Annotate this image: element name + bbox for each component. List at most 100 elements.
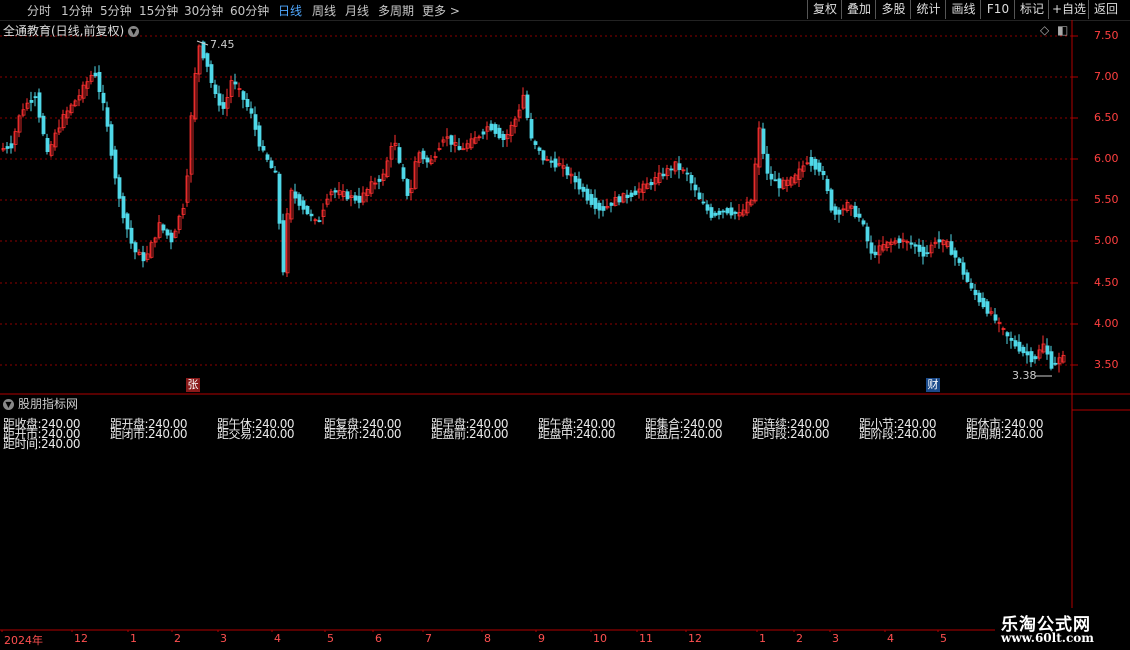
period-toolbar: 分时 1分钟 5分钟 15分钟 30分钟 60分钟 日线 周线 月线 多周期 更…	[0, 0, 1130, 21]
candle-body	[357, 195, 362, 203]
candle-body	[45, 137, 50, 153]
candle-body	[873, 251, 878, 256]
candle-body	[869, 242, 874, 254]
candle-body	[865, 226, 870, 242]
candle-body	[97, 71, 102, 93]
tab-1min[interactable]: 1分钟	[61, 2, 93, 19]
candle-body	[729, 207, 734, 216]
multi-stock-button[interactable]: 多股	[875, 0, 911, 19]
candle-body	[481, 131, 486, 135]
candle-body	[397, 147, 402, 163]
candle-body	[713, 212, 718, 216]
tab-weekly[interactable]: 周线	[312, 2, 336, 19]
candle-body	[669, 168, 674, 171]
mark-button[interactable]: 标记	[1014, 0, 1049, 19]
indicator-label: 距交易:240.00	[217, 427, 295, 441]
candle-body	[1009, 338, 1014, 341]
chevron-down-icon[interactable]: ▼	[128, 26, 140, 37]
event-flag-zhang[interactable]: 张	[186, 378, 200, 392]
candle-body	[169, 232, 174, 243]
tab-more[interactable]: 更多 >	[422, 2, 460, 19]
candle-body	[609, 202, 614, 206]
indicator-label: 距盘前:240.00	[431, 427, 509, 441]
candle-body	[993, 314, 998, 321]
tab-5min[interactable]: 5分钟	[100, 2, 132, 19]
tab-60min[interactable]: 60分钟	[230, 2, 269, 19]
price-tick-label: 5.00	[1094, 234, 1119, 247]
candle-body	[697, 192, 702, 200]
date-tick-label: 2	[796, 632, 803, 645]
chevron-down-icon[interactable]: ▼	[3, 399, 14, 410]
tab-daily[interactable]: 日线	[278, 2, 302, 19]
candle-body	[961, 262, 966, 275]
candle-body	[913, 244, 918, 247]
indicator-label: 距阶段:240.00	[859, 427, 937, 441]
candle-body	[985, 301, 990, 314]
tab-30min[interactable]: 30分钟	[184, 2, 223, 19]
date-tick-label: 11	[639, 632, 653, 645]
date-tick-label: 2	[174, 632, 181, 645]
candle-body	[853, 205, 858, 217]
candle-body	[909, 242, 914, 245]
candle-body	[529, 119, 534, 139]
candle-body	[269, 160, 274, 169]
candle-body	[921, 246, 926, 257]
indicator-label: 距时间:240.00	[3, 437, 81, 451]
candle-body	[809, 157, 814, 166]
candle-body	[1053, 362, 1058, 365]
candle-body	[709, 207, 714, 218]
date-tick-label: 5	[940, 632, 947, 645]
candle-body	[565, 166, 570, 176]
event-flag-cai[interactable]: 财	[926, 378, 940, 392]
candle-body	[633, 190, 638, 195]
price-tick-label: 6.50	[1094, 111, 1119, 124]
candle-body	[541, 150, 546, 161]
candle-body	[897, 238, 902, 243]
candle-body	[109, 124, 114, 156]
statistics-button[interactable]: 统计	[910, 0, 946, 19]
candle-body	[949, 241, 954, 255]
window-toggle-icon[interactable]: ◧	[1057, 23, 1068, 37]
kline-chart[interactable]	[0, 20, 1130, 632]
diamond-icon[interactable]: ◇	[1040, 23, 1049, 37]
add-watchlist-button[interactable]: +自选	[1048, 0, 1089, 19]
f10-button[interactable]: F10	[980, 0, 1015, 19]
candle-body	[497, 127, 502, 139]
candle-body	[617, 196, 622, 203]
overlay-button[interactable]: 叠加	[841, 0, 876, 19]
candle-body	[625, 194, 630, 199]
price-tick-label: 3.50	[1094, 358, 1119, 371]
back-button[interactable]: 返回	[1088, 0, 1123, 19]
candle-body	[601, 206, 606, 211]
restore-rights-button[interactable]: 复权	[807, 0, 842, 19]
indicator-label: 距竞价:240.00	[324, 427, 402, 441]
candle-body	[981, 297, 986, 308]
tab-fenshi[interactable]: 分时	[27, 2, 51, 19]
candle-body	[345, 191, 350, 200]
candle-body	[857, 213, 862, 218]
candle-body	[1029, 351, 1034, 363]
tab-15min[interactable]: 15分钟	[139, 2, 178, 19]
draw-line-button[interactable]: 画线	[945, 0, 981, 19]
candle-body	[217, 93, 222, 106]
candle-body	[253, 114, 258, 130]
candle-body	[649, 182, 654, 186]
indicator-title: ▼ 股朋指标网	[3, 395, 78, 412]
candle-body	[425, 157, 430, 163]
candle-body	[297, 194, 302, 206]
candle-body	[449, 135, 454, 145]
candle-body	[829, 189, 834, 211]
tab-monthly[interactable]: 月线	[345, 2, 369, 19]
tab-multi-period[interactable]: 多周期	[378, 2, 414, 19]
candle-body	[833, 206, 838, 215]
candle-body	[629, 192, 634, 197]
candle-body	[1005, 332, 1010, 337]
candle-body	[401, 167, 406, 179]
candle-body	[773, 179, 778, 182]
candle-body	[813, 158, 818, 170]
chart-title: 全通教育(日线,前复权) ▼	[3, 22, 140, 39]
candle-body	[265, 154, 270, 160]
date-tick-label: 3	[220, 632, 227, 645]
candle-body	[209, 64, 214, 83]
candle-body	[769, 173, 774, 180]
